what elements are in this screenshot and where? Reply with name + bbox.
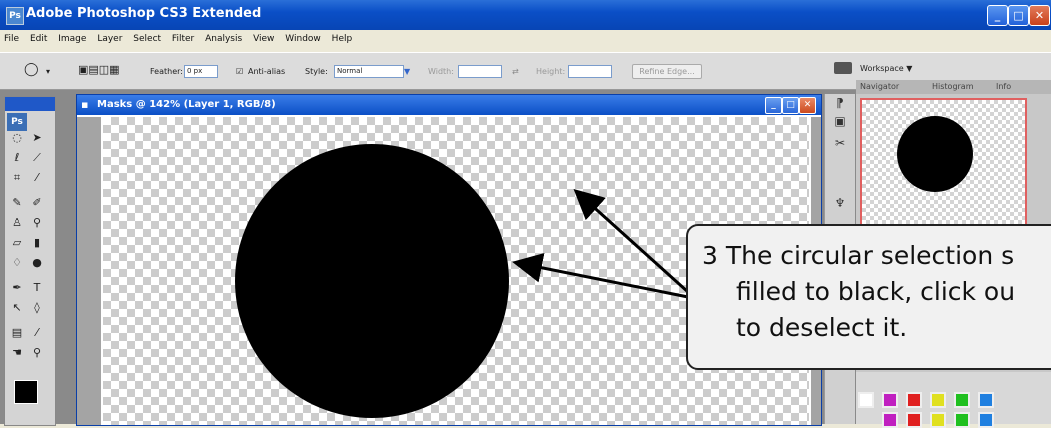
slice-tool-icon[interactable]: ⁄ <box>28 170 46 186</box>
document-title: Masks @ 142% (Layer 1, RGB/8) <box>97 99 276 110</box>
swatch-white[interactable] <box>858 392 874 408</box>
magic-wand-tool-icon[interactable]: ⟋ <box>28 150 46 166</box>
swatch-blue-2[interactable] <box>978 412 994 428</box>
close-button[interactable]: ✕ <box>1029 5 1050 26</box>
feather-label: Feather: <box>150 67 183 76</box>
app-title-bar: Ps Adobe Photoshop CS3 Extended _ □ ✕ <box>0 0 1051 30</box>
menu-view[interactable]: View <box>249 32 278 46</box>
panel-tabs: Navigator Histogram Info <box>856 80 1051 94</box>
swatch-red-2[interactable] <box>906 412 922 428</box>
swatch-blue[interactable] <box>978 392 994 408</box>
notes-tool-icon[interactable]: ▤ <box>8 325 26 341</box>
chevron-down-icon[interactable]: ▼ <box>404 67 410 76</box>
swatch-magenta-2[interactable] <box>882 412 898 428</box>
foreground-color-swatch[interactable] <box>14 380 38 404</box>
brush-tool-icon[interactable]: ✐ <box>28 195 46 211</box>
eraser-tool-icon[interactable]: ▱ <box>8 235 26 251</box>
menu-file[interactable]: File <box>0 32 23 46</box>
close-icon: ✕ <box>1034 9 1045 22</box>
elliptical-marquee-icon[interactable]: ◯ <box>24 62 39 77</box>
selection-mode-icons[interactable]: ▣▤◫▦ <box>78 63 120 76</box>
callout-line-1: 3 The circular selection s <box>702 241 1015 270</box>
app-title: Adobe Photoshop CS3 Extended <box>26 6 262 21</box>
hand-tool-icon[interactable]: ☚ <box>8 345 26 361</box>
menu-help[interactable]: Help <box>328 32 357 46</box>
clone-source-icon[interactable]: ▣ <box>831 112 849 130</box>
tab-info[interactable]: Info <box>996 82 1011 91</box>
menu-select[interactable]: Select <box>129 32 165 46</box>
history-brush-icon[interactable]: ⚲ <box>28 215 46 231</box>
pasteboard-left <box>77 117 101 425</box>
callout-line-2: filled to black, click ou <box>736 277 1016 306</box>
style-select[interactable]: Normal <box>334 65 404 78</box>
height-label: Height: <box>536 67 566 76</box>
maximize-icon: □ <box>1013 9 1024 22</box>
maximize-button[interactable]: □ <box>1008 5 1029 26</box>
document-title-bar[interactable]: ▪ Masks @ 142% (Layer 1, RGB/8) _ □ ✕ <box>77 95 821 115</box>
refine-edge-button[interactable]: Refine Edge... <box>632 64 702 79</box>
callout-line-3: to deselect it. <box>736 313 908 342</box>
tab-navigator[interactable]: Navigator <box>860 82 899 91</box>
menu-image[interactable]: Image <box>54 32 90 46</box>
swatch-magenta[interactable] <box>882 392 898 408</box>
path-selection-icon[interactable]: ↖ <box>8 300 26 316</box>
antialias-label: Anti-alias <box>248 67 286 76</box>
swatch-green-2[interactable] <box>954 412 970 428</box>
doc-minimize-button[interactable]: _ <box>765 97 782 114</box>
menu-filter[interactable]: Filter <box>168 32 198 46</box>
crop-tool-icon[interactable]: ⌗ <box>8 170 26 186</box>
tab-histogram[interactable]: Histogram <box>932 82 974 91</box>
navigator-circle-preview <box>897 116 973 192</box>
palette-well-icon[interactable] <box>834 62 852 74</box>
gradient-tool-icon[interactable]: ▮ <box>28 235 46 251</box>
menu-layer[interactable]: Layer <box>93 32 126 46</box>
marquee-tool-icon[interactable]: ◌ <box>8 130 26 146</box>
workspace-button[interactable]: Workspace ▼ <box>860 64 912 73</box>
layer-comps-icon[interactable]: ♆ <box>831 194 849 212</box>
antialias-checkbox[interactable]: ☑ <box>236 67 243 76</box>
height-input[interactable] <box>568 65 612 78</box>
minimize-button[interactable]: _ <box>987 5 1008 26</box>
blur-tool-icon[interactable]: ♢ <box>8 255 26 271</box>
doc-maximize-button[interactable]: □ <box>782 97 799 114</box>
tool-preset-dropdown-icon[interactable]: ▾ <box>46 67 50 76</box>
instruction-callout: 3 The circular selection s filled to bla… <box>686 224 1051 370</box>
feather-input[interactable]: 0 px <box>184 65 218 78</box>
move-tool-icon[interactable]: ➤ <box>28 130 46 146</box>
swatches-panel <box>856 372 1051 428</box>
stamp-tool-icon[interactable]: ♙ <box>8 215 26 231</box>
ps-logo: Ps <box>7 113 27 131</box>
width-label: Width: <box>428 67 454 76</box>
photoshop-app-icon: Ps <box>6 7 24 25</box>
menu-window[interactable]: Window <box>281 32 325 46</box>
swatch-yellow[interactable] <box>930 392 946 408</box>
doc-close-button[interactable]: ✕ <box>799 97 816 114</box>
width-input[interactable] <box>458 65 502 78</box>
swatch-green[interactable] <box>954 392 970 408</box>
style-label: Style: <box>305 67 328 76</box>
healing-brush-icon[interactable]: ✎ <box>8 195 26 211</box>
zoom-tool-icon[interactable]: ⚲ <box>28 345 46 361</box>
swap-icon[interactable]: ⇄ <box>512 67 519 76</box>
tool-presets-icon[interactable]: ✂ <box>831 134 849 152</box>
minimize-icon: _ <box>994 9 1001 22</box>
swatch-yellow-2[interactable] <box>930 412 946 428</box>
dodge-tool-icon[interactable]: ● <box>28 255 46 271</box>
menu-bar: File Edit Image Layer Select Filter Anal… <box>0 32 1051 48</box>
black-circle-fill <box>235 144 509 418</box>
menu-analysis[interactable]: Analysis <box>201 32 246 46</box>
eyedropper-tool-icon[interactable]: ⁄ <box>28 325 46 341</box>
shape-tool-icon[interactable]: ◊ <box>28 300 46 316</box>
type-tool-icon[interactable]: T <box>28 280 46 296</box>
toolbox-header[interactable] <box>5 97 55 111</box>
menu-edit[interactable]: Edit <box>26 32 51 46</box>
document-icon: ▪ <box>81 98 89 111</box>
lasso-tool-icon[interactable]: ℓ <box>8 150 26 166</box>
swatch-red[interactable] <box>906 392 922 408</box>
pen-tool-icon[interactable]: ✒ <box>8 280 26 296</box>
brushes-panel-icon[interactable]: ⁋ <box>831 94 849 112</box>
